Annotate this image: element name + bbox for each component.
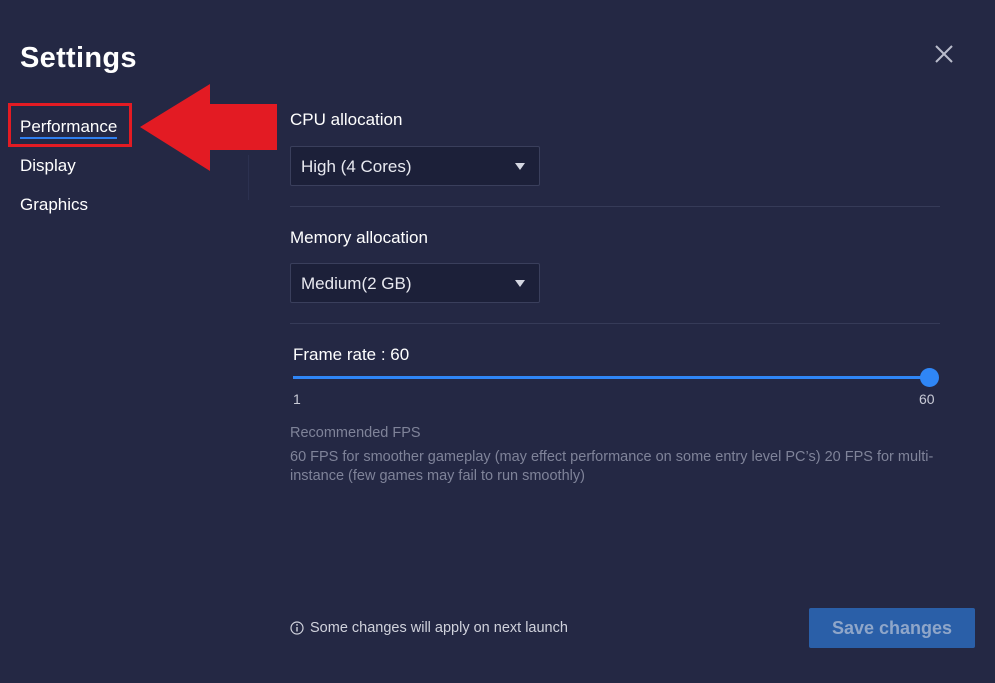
frame-rate-label: Frame rate : 60 xyxy=(293,345,410,364)
cpu-allocation-value: High (4 Cores) xyxy=(301,157,412,176)
close-button[interactable] xyxy=(930,40,958,68)
frame-rate-max-label: 60 xyxy=(919,391,935,407)
page-title: Settings xyxy=(20,42,137,74)
annotation-highlight-box xyxy=(8,103,132,147)
sidebar-item-display[interactable]: Display xyxy=(20,156,76,176)
sidebar-item-label: Display xyxy=(20,156,76,175)
info-icon xyxy=(290,621,304,635)
sidebar-item-graphics[interactable]: Graphics xyxy=(20,195,88,215)
chevron-down-icon xyxy=(515,163,525,170)
frame-rate-slider[interactable] xyxy=(293,368,939,387)
section-divider xyxy=(290,206,940,207)
memory-allocation-select[interactable]: Medium(2 GB) xyxy=(290,263,540,303)
close-icon xyxy=(935,45,953,63)
arrow-left-icon xyxy=(140,84,277,171)
cpu-allocation-select[interactable]: High (4 Cores) xyxy=(290,146,540,186)
sidebar-item-label: Graphics xyxy=(20,195,89,214)
recommended-fps-description: 60 FPS for smoother gameplay (may effect… xyxy=(290,449,934,484)
cpu-allocation-label: CPU allocation xyxy=(290,110,403,129)
section-divider xyxy=(290,323,940,324)
launch-notice: Some changes will apply on next launch xyxy=(290,620,568,636)
memory-allocation-label: Memory allocation xyxy=(290,228,428,247)
frame-rate-slider-thumb[interactable] xyxy=(920,368,939,387)
memory-allocation-value: Medium(2 GB) xyxy=(301,274,412,293)
frame-rate-slider-fill xyxy=(293,376,929,379)
chevron-down-icon xyxy=(515,280,525,287)
frame-rate-min-label: 1 xyxy=(293,391,301,407)
save-changes-button[interactable]: Save changes xyxy=(809,608,975,648)
launch-notice-text: Some changes will apply on next launch xyxy=(310,620,568,636)
recommended-fps-title: Recommended FPS xyxy=(290,425,421,441)
